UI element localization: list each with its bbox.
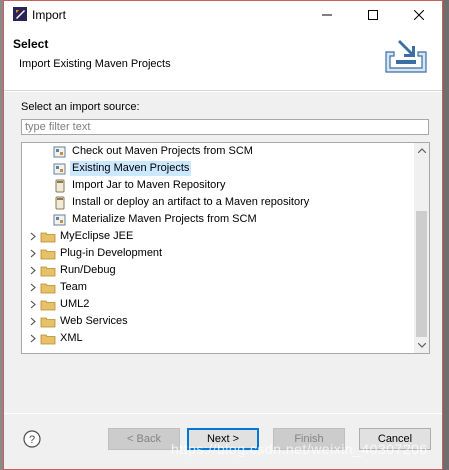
tree-item[interactable]: XML	[22, 330, 415, 347]
maven-project-icon	[52, 144, 68, 160]
tree-item[interactable]: Run/Debug	[22, 262, 415, 279]
tree-item[interactable]: Team	[22, 279, 415, 296]
chevron-right-icon	[30, 300, 36, 309]
tree-item-label: Install or deploy an artifact to a Maven…	[72, 196, 310, 208]
jar-icon	[52, 178, 68, 194]
window-title: Import	[32, 8, 67, 22]
chevron-right-icon	[30, 266, 36, 275]
svg-text:?: ?	[29, 434, 35, 446]
page-description: Import Existing Maven Projects	[19, 58, 171, 70]
chevron-up-icon	[417, 148, 426, 153]
tree-item-label: UML2	[60, 298, 90, 310]
tree-item[interactable]: Check out Maven Projects from SCM	[22, 143, 415, 160]
expand-toggle[interactable]	[26, 300, 40, 309]
folder-icon	[40, 297, 56, 313]
tree-item[interactable]: Web Services	[22, 313, 415, 330]
jar-icon	[52, 195, 68, 211]
tree-item-label: XML	[60, 332, 83, 344]
tree-item[interactable]: Existing Maven Projects	[22, 160, 415, 177]
tree-item[interactable]: MyEclipse JEE	[22, 228, 415, 245]
expand-toggle[interactable]	[26, 334, 40, 343]
folder-icon	[40, 246, 56, 262]
folder-icon	[40, 331, 56, 347]
filter-input[interactable]	[21, 119, 429, 135]
wizard-header: Select Import Existing Maven Projects	[4, 28, 442, 91]
back-button[interactable]: < Back	[108, 428, 180, 450]
scroll-up-button[interactable]	[414, 143, 429, 158]
tree-item[interactable]: Import Jar to Maven Repository	[22, 177, 415, 194]
import-source-label: Select an import source:	[21, 101, 140, 113]
header-separator	[4, 91, 442, 92]
tree-item-label: Check out Maven Projects from SCM	[72, 145, 253, 157]
folder-icon	[40, 280, 56, 296]
tree-item[interactable]: Plug-in Development	[22, 245, 415, 262]
maven-project-icon	[52, 161, 68, 177]
maximize-icon	[368, 9, 378, 20]
chevron-right-icon	[30, 334, 36, 343]
expand-toggle[interactable]	[26, 232, 40, 241]
expand-toggle[interactable]	[26, 249, 40, 258]
eclipse-app-icon	[13, 7, 27, 21]
tree-item[interactable]: Materialize Maven Projects from SCM	[22, 211, 415, 228]
chevron-right-icon	[30, 232, 36, 241]
tree-item-label: Materialize Maven Projects from SCM	[72, 213, 257, 225]
expand-toggle[interactable]	[26, 266, 40, 275]
folder-icon	[40, 229, 56, 245]
tree-item-label: Existing Maven Projects	[70, 161, 192, 176]
scrollbar-thumb[interactable]	[416, 211, 427, 337]
chevron-right-icon	[30, 283, 36, 292]
expand-toggle[interactable]	[26, 317, 40, 326]
page-title: Select	[13, 37, 49, 51]
tree-item-label: MyEclipse JEE	[60, 230, 134, 242]
import-dialog: Import Select Import Existing Maven Proj…	[3, 0, 443, 470]
title-bar: Import	[4, 1, 442, 28]
expand-toggle[interactable]	[26, 283, 40, 292]
tree-item-label: Import Jar to Maven Repository	[72, 179, 226, 191]
footer-separator	[4, 413, 442, 414]
tree-item[interactable]: UML2	[22, 296, 415, 313]
close-button[interactable]	[396, 1, 442, 28]
import-source-tree[interactable]: Check out Maven Projects from SCM Existin…	[21, 142, 430, 354]
folder-icon	[40, 263, 56, 279]
import-wizard-icon	[385, 40, 427, 73]
chevron-right-icon	[30, 317, 36, 326]
maven-project-icon	[52, 212, 68, 228]
chevron-down-icon	[417, 343, 426, 348]
help-icon[interactable]: ?	[23, 430, 41, 448]
minimize-button[interactable]	[304, 1, 350, 28]
tree-item[interactable]: Install or deploy an artifact to a Maven…	[22, 194, 415, 211]
tree-item-label: Team	[60, 281, 87, 293]
minimize-icon	[322, 14, 332, 15]
watermark: https://blog.csdn.net/weixin_40307206	[171, 441, 428, 457]
vertical-scrollbar[interactable]	[414, 143, 429, 353]
close-icon	[414, 9, 424, 20]
folder-icon	[40, 314, 56, 330]
tree-item-label: Plug-in Development	[60, 247, 163, 259]
tree-item-label: Web Services	[60, 315, 128, 327]
maximize-button[interactable]	[350, 1, 396, 28]
chevron-right-icon	[30, 249, 36, 258]
scroll-down-button[interactable]	[414, 338, 429, 353]
tree-item-label: Run/Debug	[60, 264, 116, 276]
